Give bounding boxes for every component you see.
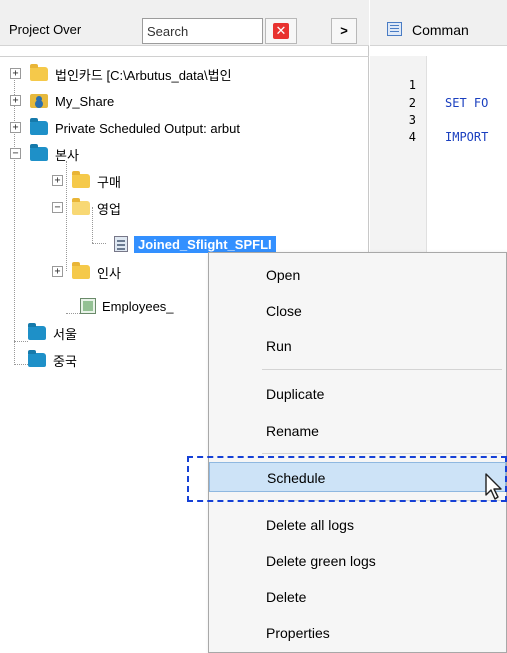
tree-connector	[14, 341, 28, 342]
folder-icon	[72, 171, 90, 188]
tree-item-employees[interactable]: Employees_	[80, 295, 174, 317]
tree-item-sales[interactable]: − 영업	[52, 197, 121, 219]
code-line[interactable]: SET FO	[445, 96, 488, 110]
expand-toggle-icon[interactable]: +	[52, 266, 63, 277]
collapse-toggle-icon[interactable]: −	[52, 202, 63, 213]
tree-item-label: Private Scheduled Output: arbut	[55, 120, 241, 136]
tree-item-headquarters[interactable]: − 본사	[10, 143, 79, 165]
tree-item-label: 구매	[97, 174, 121, 190]
menu-item-open[interactable]: Open	[209, 260, 506, 290]
tree-item-private-output[interactable]: + Private Scheduled Output: arbut	[10, 117, 240, 139]
tree-item-label: 중국	[53, 353, 77, 369]
mouse-pointer-icon	[485, 473, 502, 500]
tree-connector	[66, 313, 80, 314]
expand-button[interactable]: >	[331, 18, 357, 44]
tab-label: Comman	[412, 22, 469, 38]
folder-icon	[30, 64, 48, 81]
menu-item-close[interactable]: Close	[209, 296, 506, 326]
tree-item-purchasing[interactable]: + 구매	[52, 170, 121, 192]
tree-item-seoul[interactable]: 서울	[28, 322, 77, 344]
command-log-icon	[387, 22, 402, 36]
folder-icon	[28, 323, 46, 340]
tree-connector	[14, 364, 28, 365]
folder-icon	[30, 118, 48, 135]
tree-item-label: 영업	[97, 201, 121, 217]
tree-item-label: 본사	[55, 147, 79, 163]
close-icon: ✕	[273, 23, 289, 39]
tree-item-folder[interactable]: + 법인카드 [C:\Arbutus_data\법인	[10, 63, 232, 85]
menu-separator	[262, 369, 502, 370]
expand-toggle-icon[interactable]: +	[10, 95, 21, 106]
highlight-annotation	[187, 456, 507, 502]
line-number: 2	[408, 96, 416, 110]
menu-item-properties[interactable]: Properties	[209, 618, 506, 648]
tree-item-label: 인사	[97, 265, 121, 281]
line-number: 4	[408, 130, 416, 144]
line-number: 3	[408, 113, 416, 127]
shared-folder-icon	[30, 94, 48, 108]
folder-icon	[28, 350, 46, 367]
spreadsheet-icon	[80, 298, 96, 314]
menu-item-duplicate[interactable]: Duplicate	[209, 379, 506, 409]
menu-item-delete[interactable]: Delete	[209, 582, 506, 612]
clear-search-button[interactable]: ✕	[265, 18, 297, 44]
table-icon	[114, 236, 128, 252]
menu-item-delete-green-logs[interactable]: Delete green logs	[209, 546, 506, 576]
tree-item-label: 법인카드 [C:\Arbutus_data\법인	[55, 67, 232, 83]
expand-toggle-icon[interactable]: +	[10, 68, 21, 79]
expand-toggle-icon[interactable]: +	[10, 122, 21, 133]
search-input[interactable]	[142, 18, 263, 44]
tree-item-label: Joined_Sflight_SPFLI	[134, 235, 276, 253]
pane-title: Project Over	[9, 22, 82, 37]
tree-connector	[92, 243, 106, 244]
expand-toggle-icon[interactable]: +	[52, 175, 63, 186]
tree-item-label: Employees_	[102, 298, 174, 314]
tree-item-hr[interactable]: + 인사	[52, 261, 121, 283]
menu-item-rename[interactable]: Rename	[209, 416, 506, 446]
editor-tab[interactable]: Comman	[370, 0, 507, 46]
tree-item-my-share[interactable]: + My_Share	[10, 90, 114, 112]
menu-item-run[interactable]: Run	[209, 331, 506, 361]
menu-item-delete-all-logs[interactable]: Delete all logs	[209, 510, 506, 540]
folder-icon	[72, 262, 90, 279]
line-number: 1	[408, 78, 416, 92]
tree-item-label: My_Share	[55, 93, 115, 109]
tree-item-china[interactable]: 중국	[28, 349, 77, 371]
folder-icon	[30, 144, 48, 161]
context-menu: Open Close Run Duplicate Rename Schedule…	[208, 252, 507, 653]
menu-separator	[262, 453, 502, 454]
pane-header: Project Over ✕ >	[0, 0, 369, 46]
tree-item-label: 서울	[53, 326, 77, 342]
open-folder-icon	[72, 198, 90, 215]
code-line[interactable]: IMPORT	[445, 130, 488, 144]
collapse-toggle-icon[interactable]: −	[10, 148, 21, 159]
